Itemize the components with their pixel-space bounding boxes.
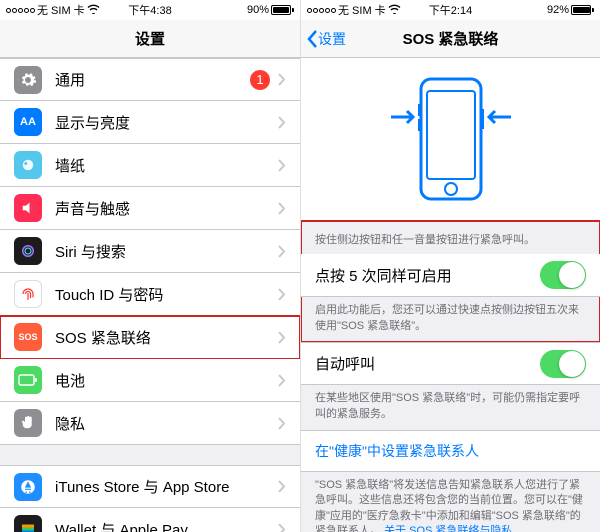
row-label: 自动呼叫 [315,353,540,374]
status-bar-left: 无 SIM 卡 下午4:38 90% [0,0,300,20]
sos-illustration [301,58,600,221]
badge: 1 [250,70,270,90]
row-label: Wallet 与 Apple Pay [55,519,278,532]
row-label: SOS 紧急联络 [55,327,278,348]
chevron-right-icon [278,245,286,258]
display-icon: AA [14,108,42,136]
row-label: Touch ID 与密码 [55,284,278,305]
time-label: 下午4:38 [128,2,171,18]
sos-content[interactable]: 按住侧边按钮和任一音量按钮进行紧急呼叫。 点按 5 次同样可启用 启用此功能后，… [301,58,600,532]
row-sos[interactable]: SOS SOS 紧急联络 [0,316,300,359]
row-battery[interactable]: 电池 [0,359,300,402]
settings-list[interactable]: 通用 1 AA 显示与亮度 墙纸 声音与触感 Siri 与搜索 [0,58,300,532]
nav-bar-right: 设置 SOS 紧急联络 [301,20,600,58]
battery-icon [571,5,594,15]
chevron-right-icon [278,73,286,86]
chevron-right-icon [278,523,286,532]
signal-icon [307,8,336,13]
wifi-icon [388,4,401,17]
time-label: 下午2:14 [429,2,472,18]
carrier-label: 无 SIM 卡 [37,2,85,18]
chevron-right-icon [278,116,286,129]
chevron-right-icon [278,331,286,344]
chevron-right-icon [278,480,286,493]
row-label: 隐私 [55,413,278,434]
row-label: 显示与亮度 [55,112,278,133]
row-sounds[interactable]: 声音与触感 [0,187,300,230]
gear-icon [14,66,42,94]
toggle-switch[interactable] [540,350,586,378]
row-auto-call-toggle[interactable]: 自动呼叫 [301,342,600,385]
setup-contacts-link[interactable]: 在"健康"中设置紧急联系人 [301,430,600,472]
chevron-right-icon [278,202,286,215]
carrier-label: 无 SIM 卡 [338,2,386,18]
sos-screen: 无 SIM 卡 下午2:14 92% 设置 SOS 紧急联络 [300,0,600,532]
chevron-right-icon [278,288,286,301]
battery-pct-label: 90% [247,4,269,16]
battery-icon [271,5,294,15]
row-five-press-toggle[interactable]: 点按 5 次同样可启用 [301,254,600,297]
row-siri[interactable]: Siri 与搜索 [0,230,300,273]
section-footer: "SOS 紧急联络"将发送信息告知紧急联系人您进行了紧急呼叫。这些信息还将包含您… [301,472,600,532]
row-label: 通用 [55,69,250,90]
row-label: 点按 5 次同样可启用 [315,265,540,286]
row-label: 声音与触感 [55,198,278,219]
row-privacy[interactable]: 隐私 [0,402,300,445]
nav-bar-left: 设置 [0,20,300,58]
section-footer: 在某些地区使用"SOS 紧急联络"时，可能仍需指定要呼叫的紧急服务。 [301,385,600,430]
row-label: iTunes Store 与 App Store [55,476,278,497]
row-wallpaper[interactable]: 墙纸 [0,144,300,187]
row-label: 墙纸 [55,155,278,176]
row-touchid[interactable]: Touch ID 与密码 [0,273,300,316]
back-label: 设置 [318,29,346,49]
battery-row-icon [14,366,42,394]
toggle-switch[interactable] [540,261,586,289]
wallpaper-icon [14,151,42,179]
wifi-icon [87,4,100,17]
appstore-icon [14,473,42,501]
fingerprint-icon [14,280,42,308]
status-bar-right: 无 SIM 卡 下午2:14 92% [301,0,600,20]
row-wallet[interactable]: Wallet 与 Apple Pay [0,508,300,532]
settings-screen: 无 SIM 卡 下午4:38 90% 设置 通用 1 AA 显示与亮度 [0,0,300,532]
nav-title: SOS 紧急联络 [403,28,499,49]
battery-pct-label: 92% [547,4,569,16]
back-button[interactable]: 设置 [307,29,346,49]
chevron-right-icon [278,417,286,430]
row-label: 电池 [55,370,278,391]
hand-icon [14,409,42,437]
wallet-icon [14,515,42,532]
sounds-icon [14,194,42,222]
signal-icon [6,8,35,13]
link-label: 在"健康"中设置紧急联系人 [315,443,479,459]
row-general[interactable]: 通用 1 [0,58,300,101]
nav-title: 设置 [135,28,165,49]
privacy-link[interactable]: 关于 SOS 紧急联络与隐私 [384,525,512,532]
highlighted-section: 按住侧边按钮和任一音量按钮进行紧急呼叫。 点按 5 次同样可启用 启用此功能后，… [301,221,600,342]
siri-icon [14,237,42,265]
section-footer: 启用此功能后，您还可以通过快速点按侧边按钮五次来使用"SOS 紧急联络"。 [301,297,600,342]
section-header: 按住侧边按钮和任一音量按钮进行紧急呼叫。 [301,221,600,254]
row-display[interactable]: AA 显示与亮度 [0,101,300,144]
sos-icon: SOS [14,323,42,351]
chevron-right-icon [278,159,286,172]
chevron-right-icon [278,374,286,387]
row-itunes[interactable]: iTunes Store 与 App Store [0,465,300,508]
row-label: Siri 与搜索 [55,241,278,262]
